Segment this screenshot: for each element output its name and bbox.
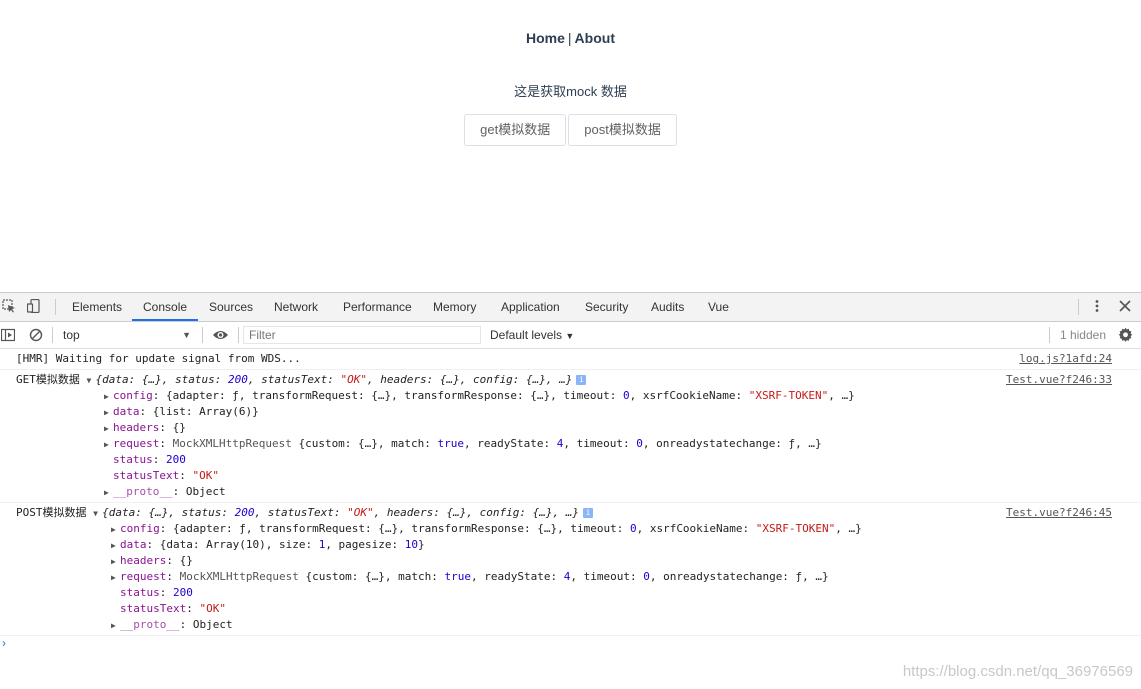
triangle-right-icon: ▶ <box>111 573 116 582</box>
message-text: [HMR] Waiting for update signal from WDS… <box>16 352 301 365</box>
toolbar-divider <box>238 327 239 343</box>
chevron-down-icon: ▼ <box>565 331 575 341</box>
more-options-icon[interactable] <box>1090 299 1104 313</box>
prop-headers[interactable]: ▶ headers: {} <box>16 553 1141 569</box>
info-icon: i <box>582 508 593 518</box>
log-label: POST模拟数据 <box>16 506 87 519</box>
devtools-tab-bar: Elements Console Sources Network Perform… <box>0 293 1141 322</box>
log-label: GET模拟数据 <box>16 373 80 386</box>
chevron-down-icon: ▼ <box>182 330 191 340</box>
triangle-down-icon: ▼ <box>93 509 98 518</box>
tab-elements[interactable]: Elements <box>72 293 122 321</box>
devtools-panel: Elements Console Sources Network Perform… <box>0 292 1141 689</box>
tab-audits[interactable]: Audits <box>651 293 684 321</box>
device-toolbar-icon[interactable] <box>27 299 41 313</box>
triangle-right-icon: ▶ <box>104 424 109 433</box>
context-selector[interactable]: top ▼ <box>57 322 197 348</box>
console-message-hmr: [HMR] Waiting for update signal from WDS… <box>0 349 1141 370</box>
triangle-right-icon: ▶ <box>104 408 109 417</box>
close-devtools-icon[interactable] <box>1118 299 1132 313</box>
post-mock-button[interactable]: post模拟数据 <box>568 114 677 146</box>
nav-link-home[interactable]: Home <box>526 30 565 46</box>
prop-proto[interactable]: ▶ __proto__: Object <box>16 617 1141 633</box>
triangle-right-icon: ▶ <box>104 392 109 401</box>
prop-status: status: 200 <box>120 586 193 599</box>
filter-input[interactable] <box>243 326 481 344</box>
object-summary: {data: {…}, status: 200, statusText: "OK… <box>95 373 573 386</box>
console-message-get: Test.vue?f246:33 GET模拟数据 ▼ {data: {…}, st… <box>0 370 1141 503</box>
prop-data[interactable]: ▶ data: {data: Array(10), size: 1, pagesi… <box>16 537 1141 553</box>
nav-link-about[interactable]: About <box>575 30 615 46</box>
tab-application[interactable]: Application <box>501 293 560 321</box>
tab-vue[interactable]: Vue <box>708 293 729 321</box>
log-summary-row[interactable]: POST模拟数据 ▼ {data: {…}, status: 200, statu… <box>16 505 1141 521</box>
triangle-right-icon: ▶ <box>111 621 116 630</box>
prop-data[interactable]: ▶ data: {list: Array(6)} <box>16 404 1141 420</box>
object-summary: {data: {…}, status: 200, statusText: "OK… <box>102 506 579 519</box>
get-mock-button[interactable]: get模拟数据 <box>464 114 567 146</box>
tab-performance[interactable]: Performance <box>343 293 412 321</box>
page-lead-text: 这是获取mock 数据 <box>514 84 627 99</box>
prop-config[interactable]: ▶ config: {adapter: ƒ, transformRequest: … <box>16 521 1141 537</box>
prop-proto[interactable]: ▶ __proto__: Object <box>16 484 1141 500</box>
log-levels-label: Default levels <box>490 328 563 342</box>
tab-security[interactable]: Security <box>585 293 628 321</box>
prop-status-text: statusText: "OK" <box>113 469 219 482</box>
console-toolbar: top ▼ Default levels ▼ 1 hidden <box>0 322 1141 349</box>
triangle-down-icon: ▼ <box>86 376 92 385</box>
console-prompt-chevron-icon[interactable]: › <box>2 636 6 650</box>
app-page: Home | About 这是获取mock 数据 get模拟数据 post模拟数据 <box>0 0 1141 292</box>
prop-status: status: 200 <box>113 453 186 466</box>
prop-headers[interactable]: ▶ headers: {} <box>16 420 1141 436</box>
prop-config[interactable]: ▶ config: {adapter: ƒ, transformRequest: … <box>16 388 1141 404</box>
triangle-right-icon: ▶ <box>111 525 116 534</box>
show-sidebar-icon[interactable] <box>1 328 15 342</box>
info-icon: i <box>576 375 587 385</box>
nav-bar: Home | About <box>0 30 1141 46</box>
toolbar-divider <box>1049 327 1050 343</box>
prop-status-text: statusText: "OK" <box>120 602 226 615</box>
tab-console[interactable]: Console <box>132 293 199 321</box>
prop-request[interactable]: ▶ request: MockXMLHttpRequest {custom: {…… <box>16 436 1141 452</box>
log-summary-row[interactable]: GET模拟数据 ▼ {data: {…}, status: 200, status… <box>16 372 1141 388</box>
toolbar-divider <box>202 327 203 343</box>
source-link[interactable]: log.js?1afd:24 <box>1019 351 1112 367</box>
watermark-text: https://blog.csdn.net/qq_36976569 <box>902 663 1133 680</box>
toolbar-divider <box>52 327 53 343</box>
tab-divider <box>55 299 56 315</box>
triangle-right-icon: ▶ <box>104 440 109 449</box>
log-levels-dropdown[interactable]: Default levels ▼ <box>490 322 574 349</box>
clear-console-icon[interactable] <box>29 328 43 342</box>
triangle-right-icon: ▶ <box>111 557 116 566</box>
triangle-right-icon: ▶ <box>111 541 116 550</box>
tab-sources[interactable]: Sources <box>209 293 253 321</box>
prop-request[interactable]: ▶ request: MockXMLHttpRequest {custom: {…… <box>16 569 1141 585</box>
live-expression-eye-icon[interactable] <box>212 328 229 342</box>
console-settings-gear-icon[interactable] <box>1118 327 1133 342</box>
console-messages: [HMR] Waiting for update signal from WDS… <box>0 349 1141 636</box>
tab-memory[interactable]: Memory <box>433 293 476 321</box>
console-message-post: Test.vue?f246:45 POST模拟数据 ▼ {data: {…}, s… <box>0 503 1141 636</box>
tab-divider-right <box>1078 299 1079 315</box>
button-group: get模拟数据 post模拟数据 <box>0 114 1141 146</box>
tab-network[interactable]: Network <box>274 293 318 321</box>
nav-separator: | <box>567 30 572 46</box>
hidden-messages-count: 1 hidden <box>1059 328 1106 342</box>
context-value: top <box>63 328 80 342</box>
inspect-element-icon[interactable] <box>2 299 16 313</box>
triangle-right-icon: ▶ <box>104 488 109 497</box>
